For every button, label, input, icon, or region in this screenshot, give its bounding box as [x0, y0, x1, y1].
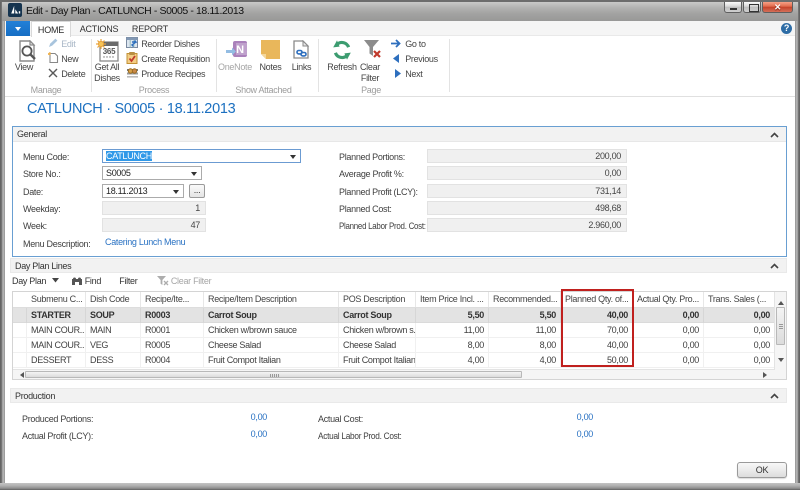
svg-text:365: 365 [103, 47, 116, 56]
svg-text:N: N [236, 44, 244, 56]
